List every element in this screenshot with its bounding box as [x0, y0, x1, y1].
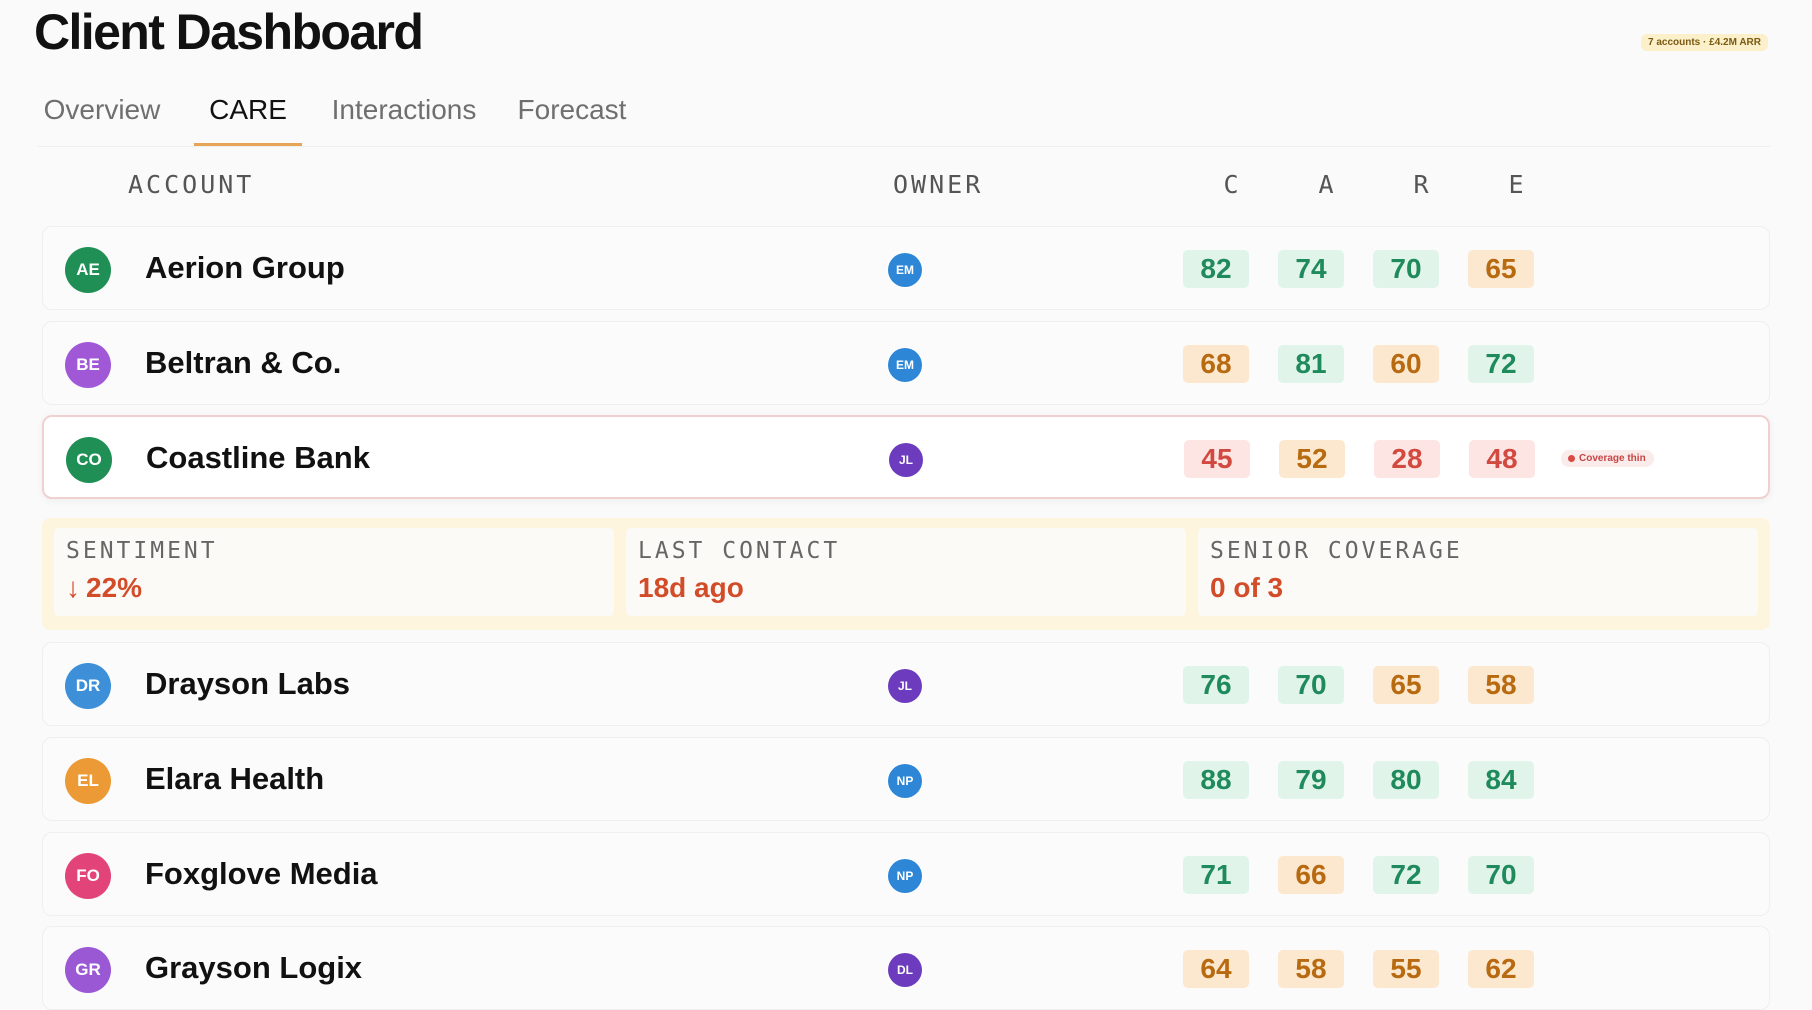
- last-contact-metric: LAST CONTACT 18d ago: [626, 528, 1186, 616]
- account-avatar: FO: [65, 853, 111, 899]
- score-c: 45: [1184, 440, 1250, 478]
- score-r: 55: [1373, 950, 1439, 988]
- column-header-owner: OWNER: [893, 170, 984, 199]
- score-a: 52: [1279, 440, 1345, 478]
- account-avatar: GR: [65, 947, 111, 993]
- column-header-a: A: [1318, 170, 1334, 199]
- account-avatar: AE: [65, 247, 111, 293]
- account-avatar: BE: [65, 342, 111, 388]
- sentiment-metric: SENTIMENT ↓ 22%: [54, 528, 614, 616]
- table-row[interactable]: DR Drayson Labs JL 76 70 65 58: [42, 642, 1770, 726]
- column-header-account: ACCOUNT: [128, 170, 255, 199]
- account-name: Coastline Bank: [146, 440, 370, 475]
- account-name: Drayson Labs: [145, 666, 351, 701]
- owner-avatar: NP: [888, 859, 922, 893]
- table-row[interactable]: BE Beltran & Co. EM 68 81 60 72: [42, 321, 1770, 405]
- client-dashboard: Client Dashboard 7 accounts · £4.2M ARR …: [0, 0, 1812, 1010]
- coverage-thin-badge: Coverage thin: [1561, 450, 1654, 467]
- sentiment-value: 22%: [86, 572, 143, 603]
- senior-coverage-value: 0 of 3: [1210, 572, 1284, 603]
- account-name: Grayson Logix: [145, 950, 363, 985]
- summary-badge: 7 accounts · £4.2M ARR: [1641, 34, 1768, 51]
- account-name: Beltran & Co.: [145, 345, 342, 380]
- score-e: 70: [1468, 856, 1534, 894]
- sentiment-label: SENTIMENT: [66, 538, 218, 564]
- score-c: 82: [1183, 250, 1249, 288]
- score-e: 65: [1468, 250, 1534, 288]
- coverage-thin-label: Coverage thin: [1579, 453, 1646, 464]
- score-a: 70: [1278, 666, 1344, 704]
- owner-avatar: EM: [888, 348, 922, 382]
- arrow-down-icon: ↓: [66, 572, 80, 603]
- score-a: 74: [1278, 250, 1344, 288]
- score-r: 28: [1374, 440, 1440, 478]
- score-e: 58: [1468, 666, 1534, 704]
- last-contact-value: 18d ago: [638, 572, 744, 603]
- score-c: 68: [1183, 345, 1249, 383]
- table-row[interactable]: FO Foxglove Media NP 71 66 72 70: [42, 832, 1770, 916]
- account-avatar: EL: [65, 758, 111, 804]
- score-e: 62: [1468, 950, 1534, 988]
- tab-care[interactable]: CARE: [194, 94, 302, 146]
- table-row[interactable]: GR Grayson Logix DL 64 58 55 62: [42, 926, 1770, 1010]
- score-a: 81: [1278, 345, 1344, 383]
- last-contact-label: LAST CONTACT: [638, 538, 841, 564]
- column-header-c: C: [1223, 170, 1239, 199]
- score-c: 88: [1183, 761, 1249, 799]
- account-name: Elara Health: [145, 761, 325, 796]
- score-e: 84: [1468, 761, 1534, 799]
- score-r: 70: [1373, 250, 1439, 288]
- tab-forecast[interactable]: Forecast: [508, 94, 636, 146]
- sentiment-value-wrap: ↓ 22%: [66, 572, 602, 604]
- page-title: Client Dashboard: [34, 4, 424, 60]
- score-r: 72: [1373, 856, 1439, 894]
- owner-avatar: NP: [888, 764, 922, 798]
- account-detail-panel: SENTIMENT ↓ 22% LAST CONTACT 18d ago SENI…: [42, 518, 1770, 630]
- senior-coverage-metric: SENIOR COVERAGE 0 of 3: [1198, 528, 1758, 616]
- score-r: 60: [1373, 345, 1439, 383]
- senior-coverage-label: SENIOR COVERAGE: [1210, 538, 1463, 564]
- score-a: 58: [1278, 950, 1344, 988]
- score-c: 71: [1183, 856, 1249, 894]
- score-r: 65: [1373, 666, 1439, 704]
- table-row[interactable]: AE Aerion Group EM 82 74 70 65: [42, 226, 1770, 310]
- column-header-r: R: [1413, 170, 1429, 199]
- tab-bar: Overview CARE Interactions Forecast: [38, 84, 1770, 147]
- owner-avatar: JL: [888, 669, 922, 703]
- alert-dot-icon: [1568, 455, 1575, 462]
- account-avatar: CO: [66, 437, 112, 483]
- column-header-e: E: [1508, 170, 1524, 199]
- score-e: 72: [1468, 345, 1534, 383]
- score-a: 79: [1278, 761, 1344, 799]
- score-r: 80: [1373, 761, 1439, 799]
- score-c: 64: [1183, 950, 1249, 988]
- tab-interactions[interactable]: Interactions: [320, 94, 488, 146]
- score-a: 66: [1278, 856, 1344, 894]
- account-name: Aerion Group: [145, 250, 345, 285]
- table-row[interactable]: EL Elara Health NP 88 79 80 84: [42, 737, 1770, 821]
- table-row-selected[interactable]: CO Coastline Bank JL 45 52 28 48 Coverag…: [42, 415, 1770, 499]
- tab-overview[interactable]: Overview: [38, 94, 166, 146]
- owner-avatar: DL: [888, 953, 922, 987]
- account-name: Foxglove Media: [145, 856, 378, 891]
- account-avatar: DR: [65, 663, 111, 709]
- owner-avatar: EM: [888, 253, 922, 287]
- score-c: 76: [1183, 666, 1249, 704]
- score-e: 48: [1469, 440, 1535, 478]
- owner-avatar: JL: [889, 443, 923, 477]
